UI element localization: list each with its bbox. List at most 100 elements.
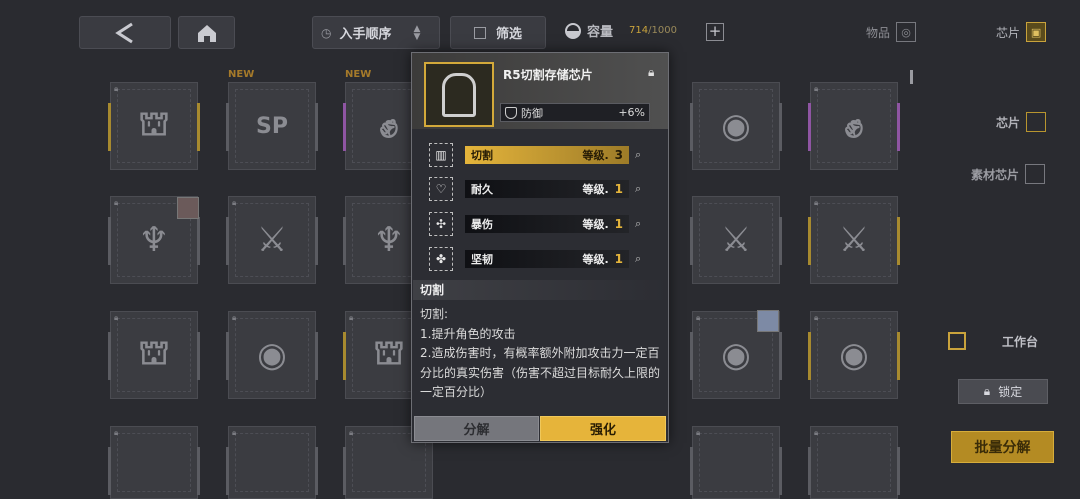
- items-icon: ◎: [896, 22, 917, 42]
- sp-chip-icon: SP: [256, 113, 288, 139]
- tab-chips-label: 芯片: [996, 25, 1021, 40]
- chip-card[interactable]: 🔒︎ ◉: [808, 311, 900, 399]
- home-icon: [197, 24, 216, 42]
- capacity-display: 容量 714/1000: [565, 21, 677, 40]
- home-button[interactable]: [178, 16, 235, 49]
- description-line: 2.造成伤害时，有概率额外附加攻击力一定百分比的真实伤害（伤害不超过目标耐久上限…: [420, 346, 661, 399]
- blade-chip-icon: [424, 62, 494, 127]
- substat-name: 暴伤: [471, 218, 493, 231]
- chevron-left-icon: [115, 22, 133, 43]
- lock-icon: 🔒︎: [232, 428, 237, 437]
- dismantle-button[interactable]: 分解: [414, 416, 539, 441]
- capacity-count: 714/1000: [629, 25, 677, 36]
- substat-row: ✣ 暴伤 等级. 1 ⌕: [429, 212, 657, 236]
- bulk-dismantle-button[interactable]: 批量分解: [951, 431, 1054, 463]
- back-button[interactable]: [79, 16, 171, 49]
- level-label: 等级.: [582, 218, 609, 231]
- chip-card[interactable]: 🔒︎ ⛫: [108, 311, 200, 399]
- substat-level: 1: [614, 252, 623, 266]
- substat-name: 切割: [471, 149, 493, 162]
- workbench-label: 工作台: [1002, 334, 1039, 349]
- chip-card[interactable]: 🔒︎: [226, 426, 318, 499]
- chip-card[interactable]: 🔒︎: [690, 426, 782, 499]
- lock-icon: 🔒︎: [814, 428, 819, 437]
- magnify-icon[interactable]: ⌕: [635, 252, 641, 266]
- expand-capacity-button[interactable]: +: [706, 23, 724, 41]
- sort-label: 入手顺序: [339, 27, 392, 42]
- filter-button[interactable]: 筛选: [450, 16, 546, 49]
- substat-row: ✤ 坚韧 等级. 1 ⌕: [429, 247, 657, 271]
- cpu-icon: [948, 332, 966, 350]
- lock-icon: 🔒︎: [114, 428, 119, 437]
- level-label: 等级.: [582, 253, 609, 266]
- magnify-icon[interactable]: ⌕: [635, 148, 641, 162]
- description-line: 切割:: [420, 307, 449, 321]
- chip-icon: ▣: [1026, 22, 1047, 42]
- lock-icon: 🔒︎: [696, 428, 701, 437]
- chip-detail-popup: R5切割存储芯片 🔒︎ 防御 +6% ▥ 切割 等级. 3 ⌕ ♡ 耐久 等级.…: [411, 52, 669, 443]
- lock-toggle-icon[interactable]: 🔒︎: [648, 65, 654, 80]
- chip-icon: [1026, 112, 1047, 132]
- substat-level: 3: [614, 148, 623, 162]
- equipped-character-avatar: [757, 310, 779, 332]
- substat-bar: 暴伤 等级. 1: [465, 215, 629, 233]
- equipped-character-avatar: [177, 197, 199, 219]
- gear-icon: [1025, 164, 1046, 184]
- description-line: 1.提升角色的攻击: [420, 326, 516, 341]
- chip-card[interactable]: SP: [226, 82, 318, 170]
- target-chip-icon: ◉: [257, 335, 287, 375]
- cut-icon: ▥: [429, 143, 453, 167]
- grid-scrollbar[interactable]: [910, 70, 913, 84]
- blade-chip-icon: ⛫: [138, 103, 170, 144]
- sidebar-chip-label: 芯片: [996, 115, 1021, 130]
- substat-level: 1: [614, 182, 623, 196]
- chip-card[interactable]: 🔒︎ ◉: [226, 311, 318, 399]
- sort-arrows-icon: ▲ ▼: [413, 23, 421, 42]
- capacity-label: 容量: [587, 25, 614, 40]
- substat-bar: 耐久 等级. 1: [465, 180, 629, 198]
- workbench-button[interactable]: 工作台: [938, 326, 1058, 356]
- substat-name: 坚韧: [471, 253, 493, 266]
- tab-items[interactable]: 物品 ◎: [866, 22, 917, 42]
- main-stat: 防御 +6%: [500, 103, 650, 122]
- chip-card[interactable]: ◉: [690, 82, 782, 170]
- new-tag: NEW: [345, 69, 372, 80]
- heart-icon: ♡: [429, 177, 453, 201]
- chip-card[interactable]: 🔒︎ ⚔︎: [808, 196, 900, 284]
- substat-row: ♡ 耐久 等级. 1 ⌕: [429, 177, 657, 201]
- sidebar-item-chip[interactable]: 芯片: [996, 112, 1047, 132]
- capacity-icon: [565, 22, 581, 39]
- tab-items-label: 物品: [866, 25, 891, 40]
- chip-card[interactable]: 🔒︎ ⚔︎: [226, 196, 318, 284]
- substat-level: 1: [614, 217, 623, 231]
- chip-card[interactable]: 🔒︎ ⛫: [108, 82, 200, 170]
- fist-chip-icon: ✊︎: [844, 106, 864, 146]
- chip-card[interactable]: 🔒︎: [108, 426, 200, 499]
- new-tag: NEW: [228, 69, 255, 80]
- lock-button[interactable]: 🔒︎ 锁定: [958, 379, 1048, 404]
- tab-chips[interactable]: 芯片 ▣: [996, 22, 1047, 42]
- sidebar-item-material-chip[interactable]: 素材芯片: [971, 164, 1046, 184]
- clock-icon: ◷: [321, 25, 332, 40]
- toughness-icon: ✤: [429, 247, 453, 271]
- main-stat-name: 防御: [521, 106, 543, 120]
- chip-card[interactable]: 🔒︎ ✊︎: [808, 82, 900, 170]
- description-text: 切割: 1.提升角色的攻击 2.造成伤害时，有概率额外附加攻击力一定百分比的真实…: [420, 305, 668, 403]
- level-label: 等级.: [582, 149, 609, 162]
- sidebar-material-label: 素材芯片: [971, 167, 1020, 182]
- chip-card[interactable]: 🔒︎: [808, 426, 900, 499]
- level-label: 等级.: [582, 183, 609, 196]
- enhance-button[interactable]: 强化: [540, 416, 666, 441]
- filter-label: 筛选: [495, 27, 522, 42]
- lock-label: 锁定: [998, 385, 1023, 399]
- magnify-icon[interactable]: ⌕: [635, 217, 641, 231]
- chip-title: R5切割存储芯片: [503, 68, 593, 82]
- chip-card[interactable]: ⚔︎: [690, 196, 782, 284]
- filter-icon: [473, 26, 486, 39]
- magnify-icon[interactable]: ⌕: [635, 182, 641, 196]
- blade-chip-icon: ⚔︎: [838, 220, 870, 260]
- popup-header: R5切割存储芯片 🔒︎ 防御 +6%: [412, 53, 668, 129]
- shield-icon: [505, 106, 517, 119]
- substat-row: ▥ 切割 等级. 3 ⌕: [429, 143, 657, 167]
- sort-dropdown[interactable]: ◷ 入手顺序 ▲ ▼: [312, 16, 440, 49]
